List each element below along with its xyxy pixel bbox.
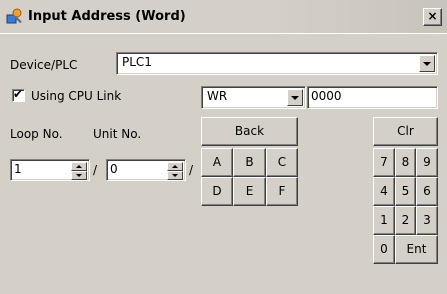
key-label: F <box>278 184 286 198</box>
chevron-down-icon <box>291 96 299 100</box>
clear-button-label: Clr <box>397 124 414 138</box>
loop-no-label: Loop No. <box>10 127 63 141</box>
spin-up-icon <box>76 165 82 168</box>
key-b[interactable]: B <box>233 148 266 177</box>
spin-down-icon <box>172 174 178 177</box>
key-label: C <box>277 155 287 169</box>
key-a[interactable]: A <box>201 148 233 177</box>
key-label: 9 <box>423 155 431 169</box>
device-plc-value: PLC1 <box>122 55 152 69</box>
address-number-value: 0000 <box>311 89 342 103</box>
key-label: 0 <box>380 242 388 256</box>
close-button[interactable]: × <box>423 8 442 26</box>
key-label: 8 <box>401 155 410 169</box>
key-label: 3 <box>423 213 431 227</box>
key-label: A <box>212 155 222 169</box>
device-plc-select[interactable]: PLC1 <box>116 52 438 75</box>
key-label: 2 <box>401 213 410 227</box>
key-9[interactable]: 9 <box>416 148 438 177</box>
key-7[interactable]: 7 <box>373 148 395 177</box>
key-label: D <box>212 184 222 198</box>
clear-button[interactable]: Clr <box>373 117 438 146</box>
key-c[interactable]: C <box>266 148 298 177</box>
key-label: E <box>245 184 254 198</box>
device-plc-dropdown-button[interactable] <box>419 55 435 72</box>
unit-spin-down-button[interactable] <box>167 171 183 180</box>
cpu-link-checkbox[interactable]: ✔ <box>12 87 25 102</box>
close-icon: × <box>427 9 438 23</box>
key-0[interactable]: 0 <box>373 235 395 264</box>
title-bar: Input Address (Word) × <box>0 0 447 34</box>
loop-no-stepper[interactable]: 1 <box>10 159 90 181</box>
key-2[interactable]: 2 <box>395 206 416 235</box>
key-6[interactable]: 6 <box>416 177 438 206</box>
key-label: 5 <box>401 184 410 198</box>
key-label: 4 <box>380 184 388 198</box>
address-type-value: WR <box>207 89 228 103</box>
key-label: 6 <box>423 184 431 198</box>
loop-spin-down-button[interactable] <box>71 171 87 180</box>
chevron-down-icon <box>423 62 431 66</box>
loop-separator: / <box>93 163 98 177</box>
key-4[interactable]: 4 <box>373 177 395 206</box>
address-type-select[interactable]: WR <box>201 86 306 109</box>
check-icon: ✔ <box>13 87 24 101</box>
cpu-link-label: Using CPU Link <box>31 89 122 103</box>
spin-up-icon <box>172 165 178 168</box>
spin-down-icon <box>76 174 82 177</box>
key-3[interactable]: 3 <box>416 206 438 235</box>
unit-separator: / <box>189 163 194 177</box>
key-f[interactable]: F <box>266 177 298 206</box>
back-button-label: Back <box>234 124 265 138</box>
device-plc-label: Device/PLC <box>10 58 78 72</box>
unit-no-label: Unit No. <box>93 127 142 141</box>
app-icon <box>6 7 24 25</box>
key-label: B <box>245 155 254 169</box>
key-e[interactable]: E <box>233 177 266 206</box>
key-label: 1 <box>380 213 388 227</box>
key-d[interactable]: D <box>201 177 233 206</box>
unit-no-stepper[interactable]: 0 <box>106 159 186 181</box>
window-title: Input Address (Word) <box>28 9 186 24</box>
unit-spin-up-button[interactable] <box>167 162 183 171</box>
address-type-dropdown-button[interactable] <box>287 89 303 106</box>
loop-no-value: 1 <box>14 162 22 176</box>
address-number-input[interactable]: 0000 <box>307 86 438 109</box>
key-1[interactable]: 1 <box>373 206 395 235</box>
key-8[interactable]: 8 <box>395 148 416 177</box>
unit-no-value: 0 <box>110 162 118 176</box>
back-button[interactable]: Back <box>201 117 298 146</box>
enter-button-label: Ent <box>406 242 427 256</box>
key-5[interactable]: 5 <box>395 177 416 206</box>
loop-spin-up-button[interactable] <box>71 162 87 171</box>
enter-button[interactable]: Ent <box>395 235 438 264</box>
key-label: 7 <box>380 155 388 169</box>
